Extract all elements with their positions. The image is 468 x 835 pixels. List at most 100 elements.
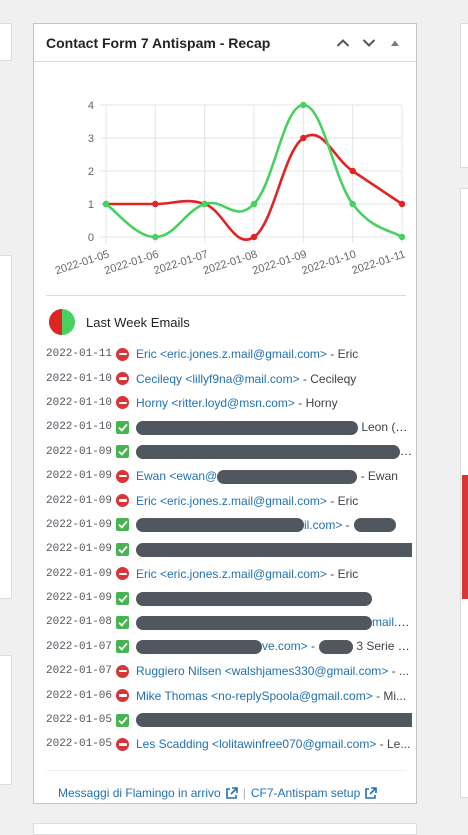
email-entry [136,542,412,557]
blocked-icon [116,372,129,386]
toggle-panel-button[interactable] [382,30,408,56]
series-0-point [152,200,159,208]
blocked-icon [116,737,129,751]
list-item: 2022-01-10 Horny <ritter.loyd@msn.com> - … [46,391,412,415]
redacted-block [136,420,358,435]
list-item: 2022-01-09 [46,537,412,561]
email-date: 2022-01-11 [46,348,113,361]
sender-link[interactable]: Horny <ritter.loyd@msn.com> [136,396,295,410]
email-date: 2022-01-07 [46,640,113,653]
series-1-point [250,200,258,208]
x-tick-label: 2022-01-08 [202,248,259,277]
sender-name: - [342,517,350,532]
chevron-up-icon [336,38,350,47]
x-tick-label: 2022-01-10 [300,248,357,277]
email-date: 2022-01-10 [46,421,113,434]
email-date: 2022-01-09 [46,567,113,580]
sender-name: - Eric [326,493,359,508]
sender-name: - Ewan [357,468,398,483]
sender-name: - Eric [326,566,359,581]
checkmark-icon [116,591,129,605]
footer-divider [46,770,406,771]
sender-link[interactable]: ve.com> [262,639,308,653]
email-entry: - R... [136,444,412,460]
sender-name: - Horny [294,395,338,410]
checkmark-icon [116,615,129,629]
series-1-point [152,233,159,241]
adjacent-widget-left-middle [0,255,12,599]
sender-link[interactable]: Eric <eric.jones.z.mail@gmail.com> [136,347,327,361]
triangle-up-icon [391,40,399,46]
checkmark-icon [116,640,129,654]
y-tick-label: 0 [88,232,94,244]
emails-line-chart: 0 1 2 3 4 2022-01-05 2022-01-06 2022-01-07 2022-… [40,68,412,296]
email-date: 2022-01-09 [46,518,113,531]
chart-divider [46,295,406,296]
x-tick-label: 2022-01-06 [103,248,160,277]
email-entry: Horny <ritter.loyd@msn.com> - Horny [136,396,412,410]
email-entry [136,591,412,606]
sender-name: Leon (5F M... [361,419,412,434]
sender-link[interactable]: Ewan <ewan@ [136,469,217,483]
email-entry: Leon (5F M... [136,420,412,435]
move-down-button[interactable] [356,30,382,56]
redacted-block [319,640,354,655]
checkmark-icon [116,518,129,532]
cf7-antispam-setup-link[interactable]: CF7-Antispam setup [251,786,378,800]
list-item: 2022-01-05 Les Scadding <lolitawinfree070… [46,732,412,756]
list-item: 2022-01-10 Leon (5F M... [46,415,412,439]
sender-link[interactable]: Les Scadding <lolitawinfree070@gmail.com… [136,737,376,751]
redacted-block [136,445,400,460]
blocked-icon [116,347,129,361]
redacted-block [353,518,396,533]
chevron-down-icon [362,38,376,47]
adjacent-widget-right-top [460,23,468,168]
email-date: 2022-01-06 [46,689,113,702]
email-entry: Eric <eric.jones.z.mail@gmail.com> - Eri… [136,347,412,361]
sender-link[interactable]: il.com> [304,518,342,532]
y-tick-label: 3 [88,133,94,145]
move-up-button[interactable] [330,30,356,56]
sender-link[interactable]: Eric <eric.jones.z.mail@gmail.com> [136,567,327,581]
list-item: 2022-01-09 Eric <eric.jones.z.mail@gmail.… [46,488,412,512]
sender-link[interactable]: Eric <eric.jones.z.mail@gmail.com> [136,494,327,508]
redacted-block [217,469,358,484]
blocked-icon [116,469,129,483]
blocked-icon [116,689,129,703]
sender-name: - Le... [376,737,411,752]
list-item: 2022-01-10 Cecileqy <lillyf9na@mail.com> … [46,366,412,390]
sender-link[interactable]: Mike Thomas <no-replySpoola@gmail.com> [136,689,373,703]
series-1-point [300,101,307,109]
email-list: 2022-01-11 Eric <eric.jones.z.mail@gmail.… [46,342,412,757]
checkmark-icon [116,420,129,434]
x-tick-label: 2022-01-09 [251,248,308,277]
series-0-point [398,200,406,208]
blocked-icon [116,396,129,410]
list-item: 2022-01-09 [46,586,412,610]
next-widget-edge [33,823,417,835]
redacted-block [136,615,372,630]
sender-link[interactable]: Cecileqy <lillyf9na@mail.com> [136,372,300,386]
series-0-point [300,134,307,142]
series-0-point [250,233,258,241]
redacted-block [136,542,412,557]
sender-link[interactable]: mail.com... [372,615,412,629]
list-item: 2022-01-09 - R... [46,440,412,464]
email-date: 2022-01-05 [46,714,113,727]
blocked-icon [116,494,129,508]
email-date: 2022-01-05 [46,738,113,751]
blocked-icon [116,664,129,678]
sender-name: - ... [388,664,409,679]
sender-name: - Mi... [372,688,407,703]
sender-name: 3 Serie (F3x... [356,639,412,654]
email-entry: ve.com> - 3 Serie (F3x... [136,639,412,655]
flamingo-inbound-link[interactable]: Messaggi di Flamingo in arrivo [58,786,238,800]
sender-link[interactable]: Ruggiero Nilsen <walshjames330@gmail.com… [136,664,388,678]
list-item: 2022-01-07 ve.com> - 3 Serie (F3x... [46,635,412,659]
cf7-antispam-recap-widget: Contact Form 7 Antispam - Recap 0 1 2 3 4 202… [33,23,417,804]
widget-header: Contact Form 7 Antispam - Recap [34,24,416,62]
email-date: 2022-01-10 [46,372,113,385]
email-entry: mail.com... [136,615,412,630]
flamingo-inbound-link-label: Messaggi di Flamingo in arrivo [58,786,221,800]
widget-title: Contact Form 7 Antispam - Recap [46,34,271,51]
